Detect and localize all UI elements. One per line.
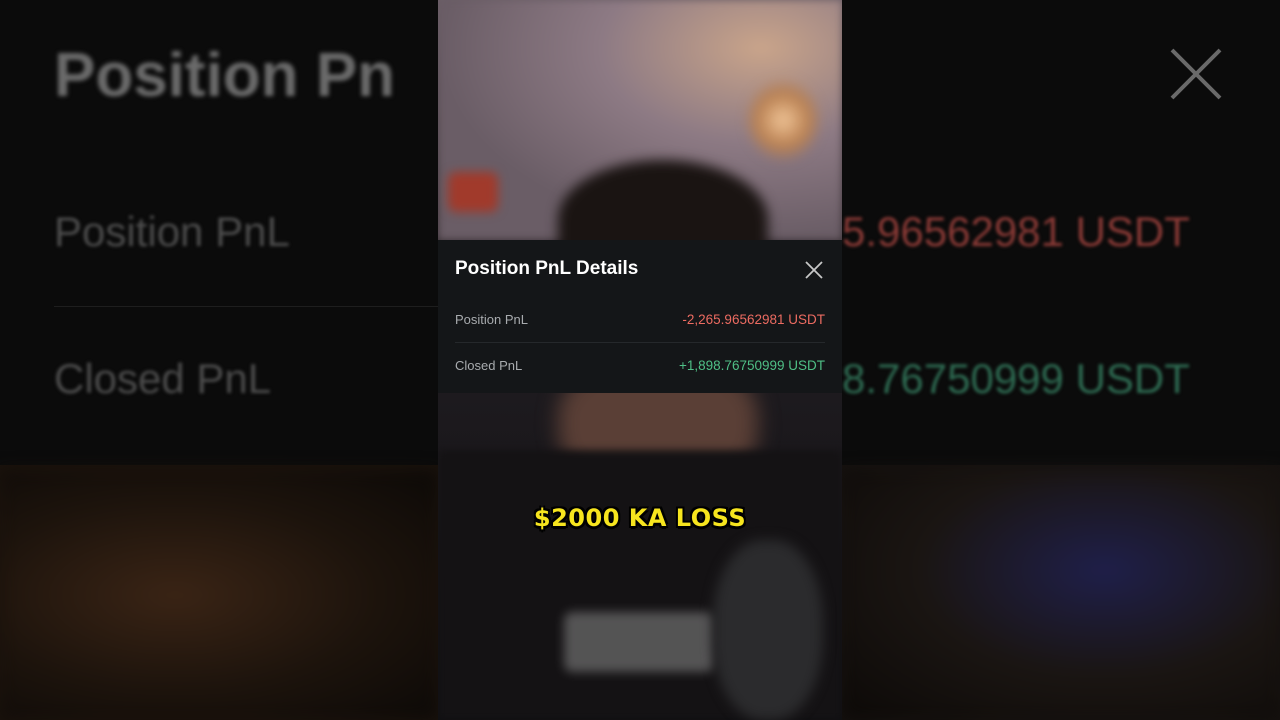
modal-title: Position PnL Details (455, 258, 639, 279)
video-red-object (448, 172, 498, 212)
background-row-position-label: Position PnL (54, 208, 290, 255)
position-pnl-value: -2,265.96562981 USDT (682, 312, 825, 327)
background-blur-warm (0, 470, 438, 720)
video-lamp (748, 80, 818, 160)
pnl-details-modal: Position PnL Details Position PnL -2,265… (438, 240, 842, 393)
position-pnl-row: Position PnL -2,265.96562981 USDT (455, 298, 825, 343)
background-row-position-value: 5.96562981 USDT (842, 208, 1190, 255)
close-icon[interactable] (804, 260, 824, 280)
closed-pnl-label: Closed PnL (455, 358, 523, 373)
video-caption: $2000 KA LOSS (533, 504, 747, 532)
closed-pnl-row: Closed PnL +1,898.76750999 USDT (455, 344, 825, 388)
background-title: Position Pn (54, 41, 395, 110)
background-row-closed-value: 8.76750999 USDT (842, 355, 1190, 402)
close-icon (1170, 48, 1222, 100)
closed-pnl-value: +1,898.76750999 USDT (679, 358, 825, 373)
background-divider (54, 306, 438, 307)
background-blur-cool (842, 470, 1280, 720)
video-shirt-logo (564, 612, 714, 672)
position-pnl-label: Position PnL (455, 312, 528, 327)
background-right-panel: 5.96562981 USDT 8.76750999 USDT (842, 0, 1280, 720)
background-left-panel: Position Pn Position PnL Closed PnL (0, 0, 438, 720)
background-row-closed-label: Closed PnL (54, 355, 272, 402)
video-microphone (713, 540, 823, 720)
